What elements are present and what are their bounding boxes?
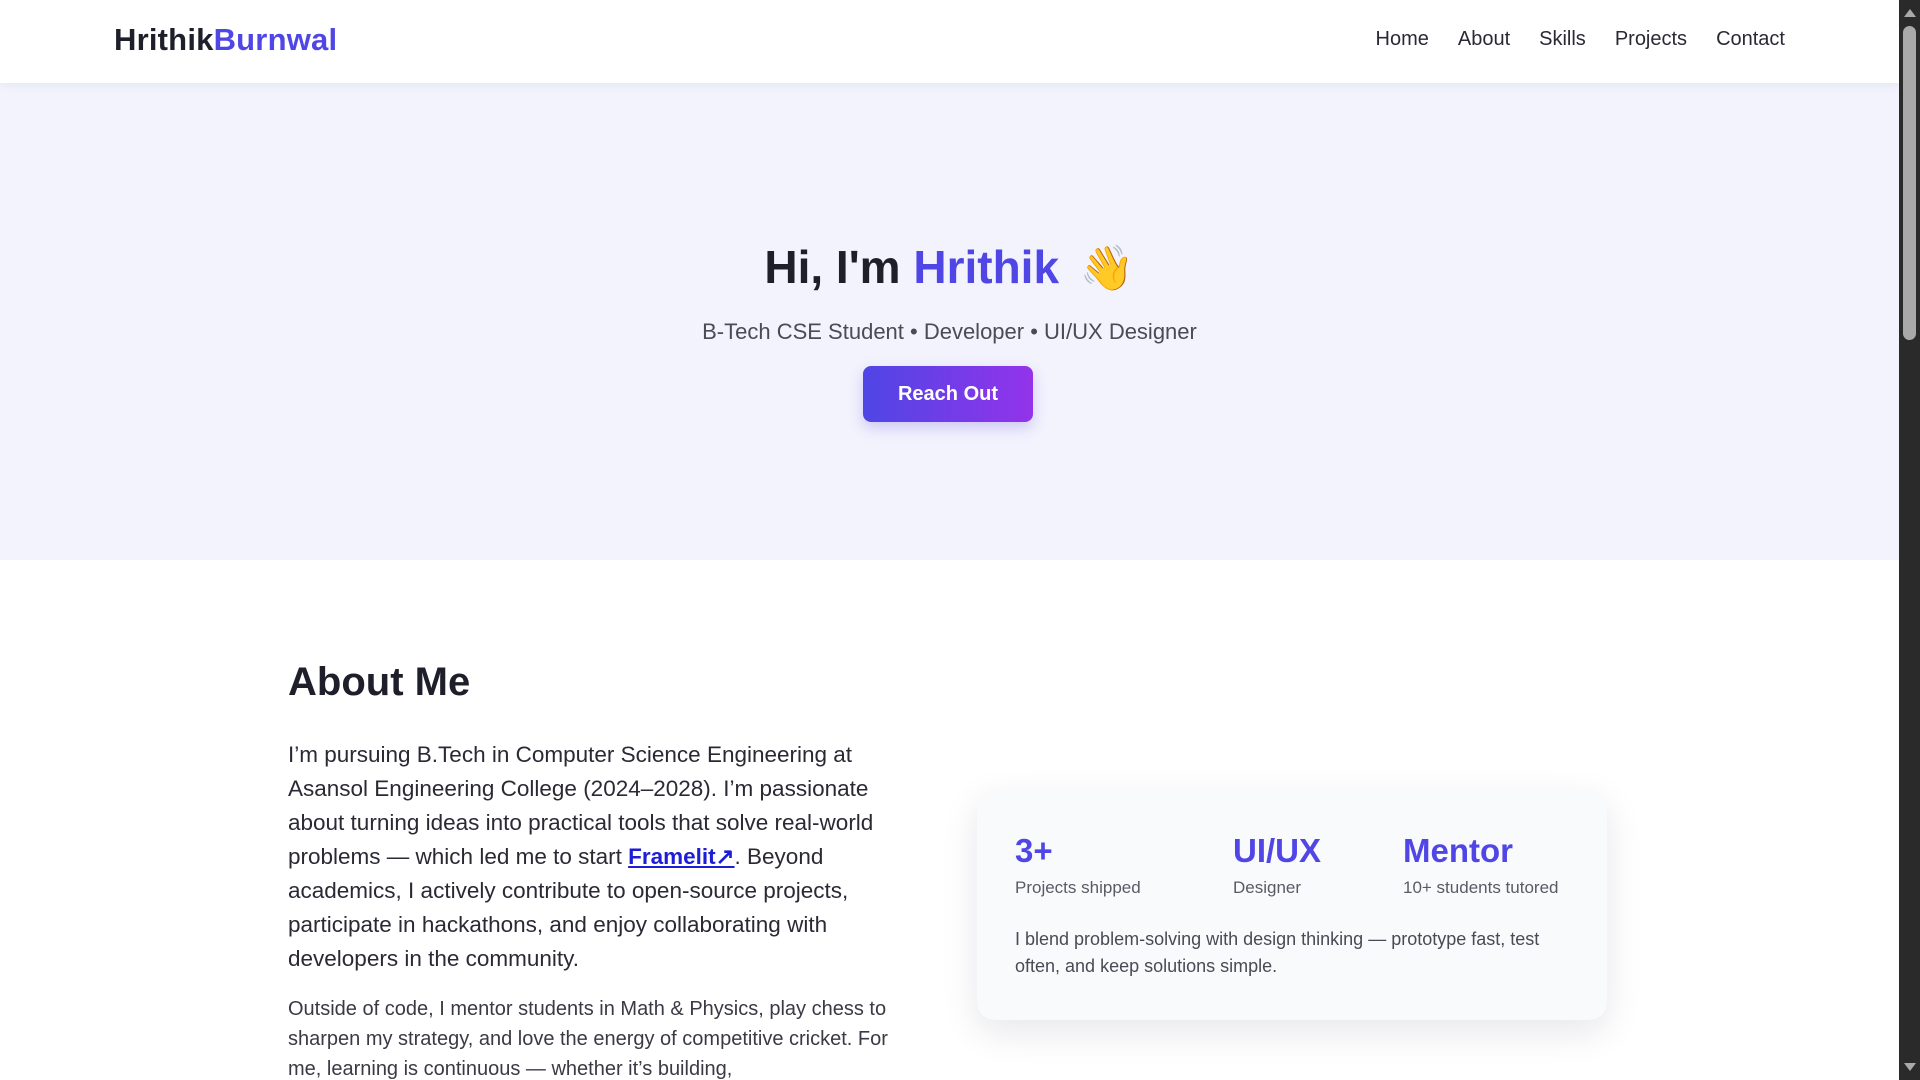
site-header: HrithikBurnwal Home About Skills Project… — [0, 0, 1899, 83]
site-logo[interactable]: HrithikBurnwal — [114, 22, 337, 58]
framelit-link[interactable]: Framelit↗ — [628, 844, 734, 869]
about-paragraph-1: I’m pursuing B.Tech in Computer Science … — [288, 738, 918, 976]
stat-label: Designer — [1233, 878, 1302, 897]
stat-projects: 3+ Projects shipped — [1015, 832, 1141, 898]
nav-home-link[interactable]: Home — [1376, 28, 1429, 51]
logo-first-name: Hrithik — [114, 22, 214, 57]
hero-section: Hi, I'm Hrithik 👋 B-Tech CSE Student • D… — [0, 83, 1899, 560]
reach-out-button[interactable]: Reach Out — [863, 366, 1033, 422]
main-nav: Home About Skills Projects Contact — [1376, 28, 1785, 51]
stat-label: Projects shipped — [1015, 878, 1141, 897]
logo-last-name: Burnwal — [213, 22, 338, 57]
about-title: About Me — [288, 660, 471, 704]
stat-uiux: UI/UX Designer — [1233, 832, 1321, 898]
waving-hand-icon: 👋 — [1079, 244, 1135, 293]
vertical-scrollbar[interactable] — [1899, 0, 1920, 1080]
stat-value: UI/UX — [1233, 832, 1322, 869]
stat-value: 3+ — [1015, 832, 1053, 869]
card-note: I blend problem-solving with design thin… — [1015, 929, 1540, 976]
page: HrithikBurnwal Home About Skills Project… — [0, 0, 1899, 1080]
hero-subtitle: B-Tech CSE Student • Developer • UI/UX D… — [702, 319, 1197, 344]
hero-title: Hi, I'm Hrithik 👋 — [0, 240, 1899, 294]
stat-label: 10+ students tutored — [1403, 878, 1559, 897]
scroll-down-arrow-icon[interactable] — [1904, 1063, 1916, 1071]
scroll-up-arrow-icon[interactable] — [1904, 9, 1916, 17]
scroll-thumb[interactable] — [1903, 26, 1916, 340]
stats-card: 3+ Projects shipped UI/UX Designer Mento… — [977, 790, 1607, 1020]
nav-skills-link[interactable]: Skills — [1539, 28, 1586, 51]
nav-projects-link[interactable]: Projects — [1615, 28, 1687, 51]
nav-about-link[interactable]: About — [1458, 28, 1510, 51]
stat-value: Mentor — [1403, 832, 1513, 869]
stat-mentor: Mentor 10+ students tutored — [1403, 832, 1558, 898]
nav-contact-link[interactable]: Contact — [1716, 28, 1785, 51]
about-paragraph-2: Outside of code, I mentor students in Ma… — [288, 998, 888, 1080]
hero-greeting: Hi, I'm — [764, 241, 901, 293]
hero-name: Hrithik — [913, 241, 1060, 293]
